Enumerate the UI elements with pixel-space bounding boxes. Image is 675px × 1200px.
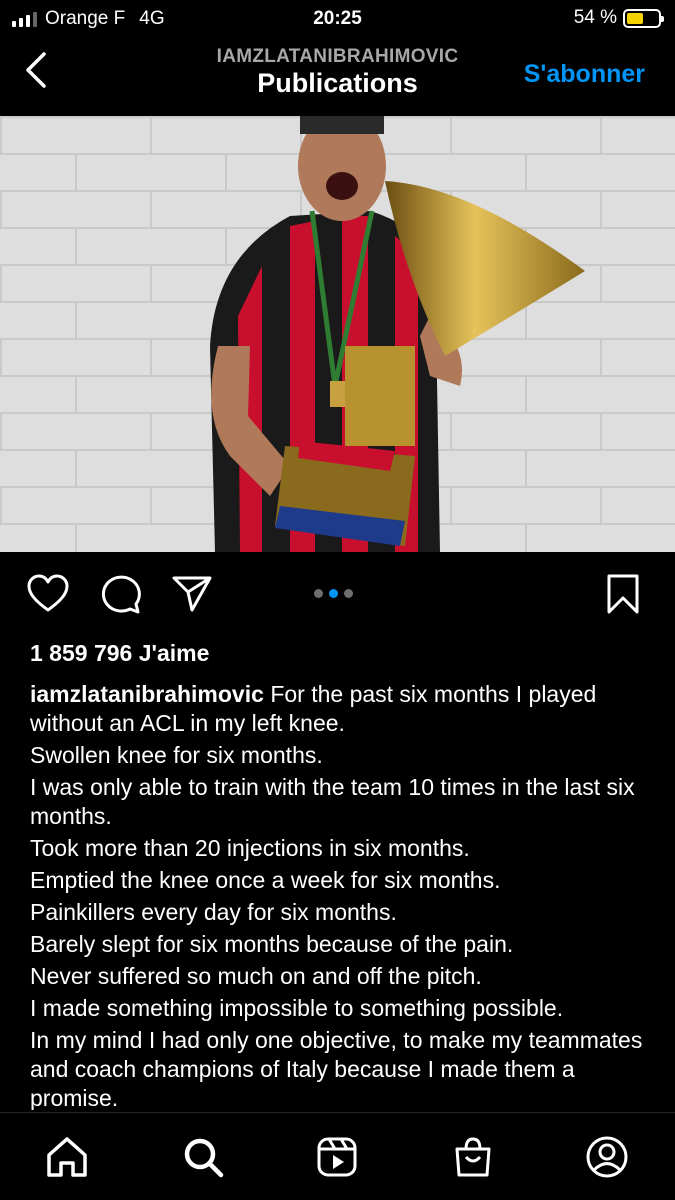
post-photo-illustration <box>0 116 675 552</box>
caption-line: I made something impossible to something… <box>30 995 564 1021</box>
home-icon[interactable] <box>45 1135 89 1179</box>
caption-line: Painkillers every day for six months. <box>30 899 397 925</box>
caption-line: Emptied the knee once a week for six mon… <box>30 867 501 893</box>
caption-line: Swollen knee for six months. <box>30 742 323 768</box>
profile-icon[interactable] <box>585 1135 629 1179</box>
caption-line: Took more than 20 injections in six mont… <box>30 835 470 861</box>
shopping-bag-icon[interactable] <box>451 1135 495 1179</box>
carousel-dot <box>329 589 338 598</box>
caption-line: Never suffered so much on and off the pi… <box>30 963 482 989</box>
caption-line: I was only able to train with the team 1… <box>30 774 635 829</box>
caption-username[interactable]: iamzlatanibrahimovic <box>30 681 264 707</box>
paper-plane-icon[interactable] <box>170 572 214 616</box>
caption-first-line: iamzlatanibrahimovic For the past six mo… <box>30 680 650 738</box>
bottom-tab-bar <box>0 1112 675 1200</box>
post-header: IAMZLATANIBRAHIMOVIC Publications S'abon… <box>0 38 675 116</box>
carousel-indicator <box>314 589 353 598</box>
post-actions <box>0 572 675 618</box>
search-icon[interactable] <box>181 1135 225 1179</box>
heart-icon[interactable] <box>26 572 70 616</box>
carousel-dot <box>314 589 323 598</box>
status-right: 54 % <box>573 7 664 29</box>
battery-icon <box>623 8 664 28</box>
bookmark-icon[interactable] <box>601 572 645 616</box>
post-image[interactable] <box>0 116 675 552</box>
likes-count[interactable]: 1 859 796 J'aime <box>30 640 209 667</box>
battery-fill <box>627 12 644 24</box>
status-bar: Orange F 4G 20:25 54 % <box>0 0 675 38</box>
battery-percent: 54 % <box>573 7 617 28</box>
caption-line: In my mind I had only one objective, to … <box>30 1027 643 1110</box>
post-caption: iamzlatanibrahimovic For the past six mo… <box>30 680 650 1110</box>
reels-icon[interactable] <box>315 1135 359 1179</box>
comment-icon[interactable] <box>98 572 142 616</box>
caption-line: Barely slept for six months because of t… <box>30 931 514 957</box>
follow-button[interactable]: S'abonner <box>524 60 645 89</box>
carousel-dot <box>344 589 353 598</box>
